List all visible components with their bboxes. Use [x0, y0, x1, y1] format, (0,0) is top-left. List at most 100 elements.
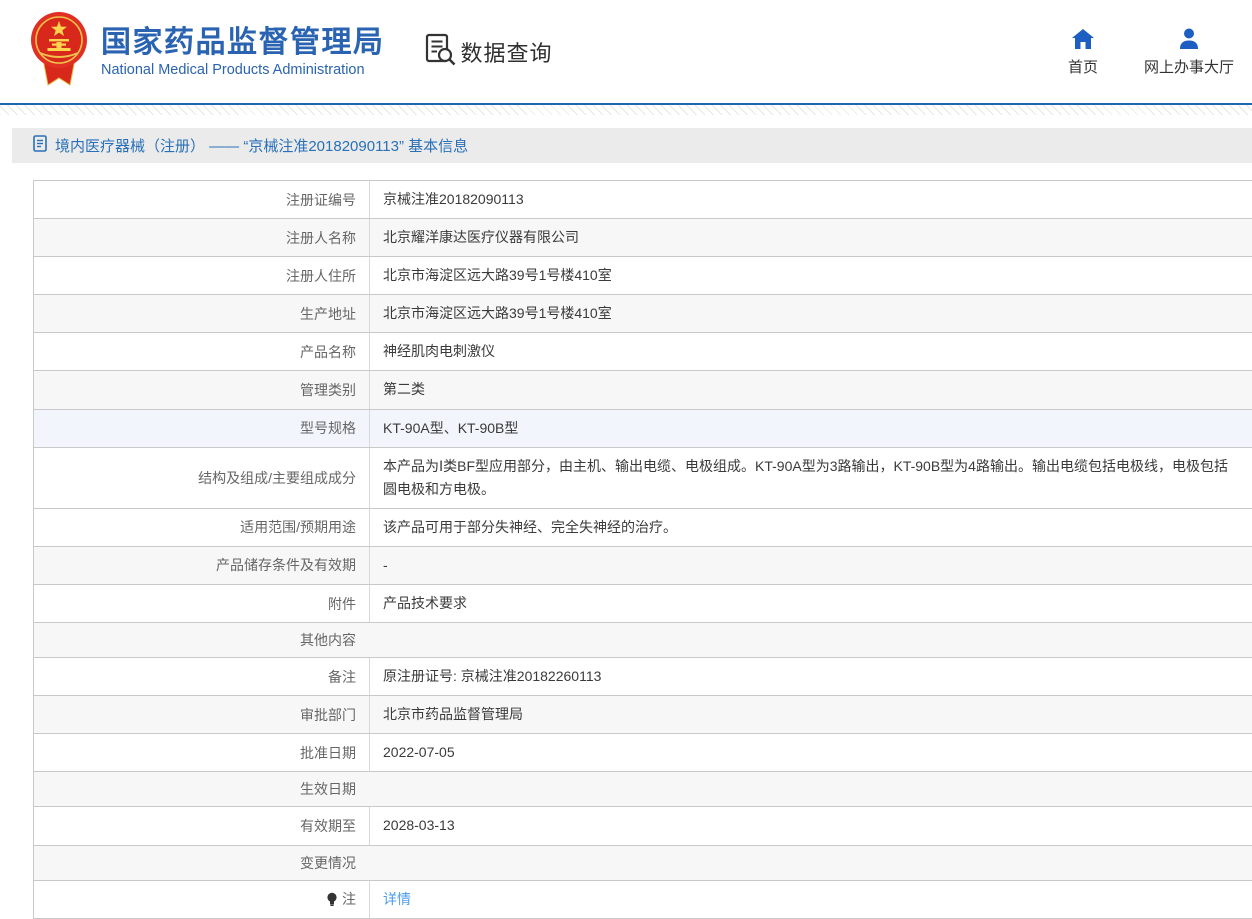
row-label: 生效日期: [34, 772, 369, 806]
data-query-label: 数据查询: [460, 40, 553, 66]
row-value: 原注册证号: 京械注准20182260113: [369, 658, 1252, 696]
row-label: 型号规格: [34, 410, 369, 447]
row-label-text: 批准日期: [300, 744, 356, 761]
row-value: 2022-07-05: [369, 734, 1252, 772]
row-label: 备注: [34, 658, 369, 695]
org-name-en: National Medical Products Administration: [101, 61, 365, 78]
row-label: 批准日期: [34, 734, 369, 771]
row-label: 结构及组成/主要组成成分: [34, 448, 369, 508]
row-value-text: 北京耀洋康达医疗仪器有限公司: [383, 229, 579, 246]
row-label: 产品储存条件及有效期: [34, 547, 369, 584]
row-value-text: 该产品可用于部分失神经、完全失神经的治疗。: [383, 518, 677, 535]
row-label-text: 适用范围/预期用途: [240, 519, 356, 536]
nav-service-hall-label: 网上办事大厅: [1143, 58, 1234, 76]
brand-text: 国家药品监督管理局 National Medical Products Admi…: [101, 26, 385, 78]
row-value: 北京市海淀区远大路39号1号楼410室: [369, 257, 1252, 295]
bulb-icon: [326, 892, 338, 907]
row-label-text: 管理类别: [300, 382, 356, 399]
row-value: -: [369, 546, 1252, 585]
row-value: KT-90A型、KT-90B型: [369, 409, 1252, 447]
row-value: [369, 846, 1252, 880]
row-label-text: 附件: [328, 595, 356, 612]
row-label: 审批部门: [34, 696, 369, 733]
data-query-section[interactable]: 数据查询: [425, 33, 553, 71]
site-logo[interactable]: 国家药品监督管理局 National Medical Products Admi…: [30, 9, 385, 94]
table-row: 产品储存条件及有效期 -: [34, 546, 1252, 586]
row-value-text: 北京市海淀区远大路39号1号楼410室: [383, 267, 612, 284]
row-value-text: 北京市药品监督管理局: [383, 706, 523, 723]
table-row: 批准日期 2022-07-05: [34, 734, 1252, 773]
document-search-icon: [425, 33, 456, 71]
row-label-text: 注册人住所: [286, 267, 356, 284]
table-row: 审批部门 北京市药品监督管理局: [34, 696, 1252, 735]
page-title: 境内医疗器械（注册） —— “京械注准20182090113” 基本信息: [55, 138, 469, 155]
row-label-text: 产品名称: [300, 343, 356, 360]
org-name-cn: 国家药品监督管理局: [101, 25, 385, 59]
row-value: 产品技术要求: [369, 585, 1252, 623]
table-row: 注册人住所 北京市海淀区远大路39号1号楼410室: [34, 257, 1252, 296]
user-icon: [1178, 27, 1200, 49]
row-value: 2028-03-13: [369, 807, 1252, 845]
row-value-text: 北京市海淀区远大路39号1号楼410室: [383, 305, 612, 322]
nav-service-hall[interactable]: 网上办事大厅: [1144, 27, 1234, 77]
table-row: 变更情况: [34, 845, 1252, 881]
row-value: 详情: [369, 880, 1252, 918]
row-label: 其他内容: [34, 623, 369, 657]
table-row: 注册证编号 京械注准20182090113: [34, 181, 1252, 220]
row-label: 注册人住所: [34, 257, 369, 294]
row-value-text: KT-90A型、KT-90B型: [383, 419, 519, 436]
row-label-text: 变更情况: [300, 854, 356, 871]
row-label-text: 审批部门: [300, 706, 356, 723]
row-value-text: -: [383, 556, 388, 573]
row-label-text: 结构及组成/主要组成成分: [198, 469, 356, 486]
row-value-text: 本产品为Ⅰ类BF型应用部分，由主机、输出电缆、电极组成。KT-90A型为3路输出…: [383, 457, 1228, 497]
nav-home[interactable]: 首页: [1068, 27, 1098, 77]
row-value: 本产品为Ⅰ类BF型应用部分，由主机、输出电缆、电极组成。KT-90A型为3路输出…: [369, 447, 1252, 508]
page-title-bar: 境内医疗器械（注册） —— “京械注准20182090113” 基本信息: [12, 128, 1252, 163]
row-value: 北京市海淀区远大路39号1号楼410室: [369, 295, 1252, 333]
row-value: 北京市药品监督管理局: [369, 696, 1252, 734]
document-icon: [33, 134, 47, 157]
table-row: 注 详情: [34, 880, 1252, 919]
header-hatch-band: [0, 105, 1252, 115]
table-row: 管理类别 第二类: [34, 371, 1252, 410]
row-label: 注册人名称: [34, 219, 369, 256]
detail-link[interactable]: 详情: [383, 888, 411, 911]
table-row: 生效日期: [34, 772, 1252, 808]
row-label: 变更情况: [34, 846, 369, 880]
row-label: 注: [34, 881, 369, 918]
row-value: 第二类: [369, 371, 1252, 409]
table-row: 注册人名称 北京耀洋康达医疗仪器有限公司: [34, 219, 1252, 258]
row-value-text: 2022-07-05: [383, 744, 455, 761]
header-nav: 首页 网上办事大厅: [1068, 27, 1234, 77]
row-label-text: 有效期至: [300, 817, 356, 834]
row-label: 注册证编号: [34, 181, 369, 218]
row-label: 产品名称: [34, 333, 369, 370]
table-row: 生产地址 北京市海淀区远大路39号1号楼410室: [34, 295, 1252, 334]
row-label: 有效期至: [34, 807, 369, 844]
table-row: 有效期至 2028-03-13: [34, 807, 1252, 846]
info-table: 注册证编号 京械注准20182090113 注册人名称 北京耀洋康达医疗仪器有限公司注…: [33, 180, 1252, 919]
row-value-text: 2028-03-13: [383, 817, 455, 834]
table-row: 适用范围/预期用途 该产品可用于部分失神经、完全失神经的治疗。: [34, 508, 1252, 547]
row-label-text: 注册证编号: [286, 191, 356, 208]
table-row: 备注 原注册证号: 京械注准20182260113: [34, 658, 1252, 697]
table-row: 其他内容: [34, 623, 1252, 659]
row-value: 北京耀洋康达医疗仪器有限公司: [369, 219, 1252, 257]
row-label-text: 注: [342, 891, 356, 908]
row-value: 该产品可用于部分失神经、完全失神经的治疗。: [369, 508, 1252, 546]
row-label-text: 注册人名称: [286, 229, 356, 246]
row-value-text: 京械注准20182090113: [383, 191, 524, 207]
table-row: 结构及组成/主要组成成分 本产品为Ⅰ类BF型应用部分，由主机、输出电缆、电极组成。…: [34, 447, 1252, 509]
row-label-text: 生效日期: [300, 781, 356, 798]
row-label-text: 其他内容: [300, 632, 356, 649]
row-value: [369, 772, 1252, 806]
row-label-text: 型号规格: [300, 420, 356, 437]
row-value-text: 神经肌肉电刺激仪: [383, 343, 495, 360]
row-label: 附件: [34, 585, 369, 622]
row-label: 适用范围/预期用途: [34, 509, 369, 546]
home-icon: [1071, 27, 1094, 49]
table-row: 型号规格 KT-90A型、KT-90B型: [34, 409, 1252, 448]
national-emblem-icon: [30, 9, 88, 94]
row-label: 管理类别: [34, 371, 369, 408]
